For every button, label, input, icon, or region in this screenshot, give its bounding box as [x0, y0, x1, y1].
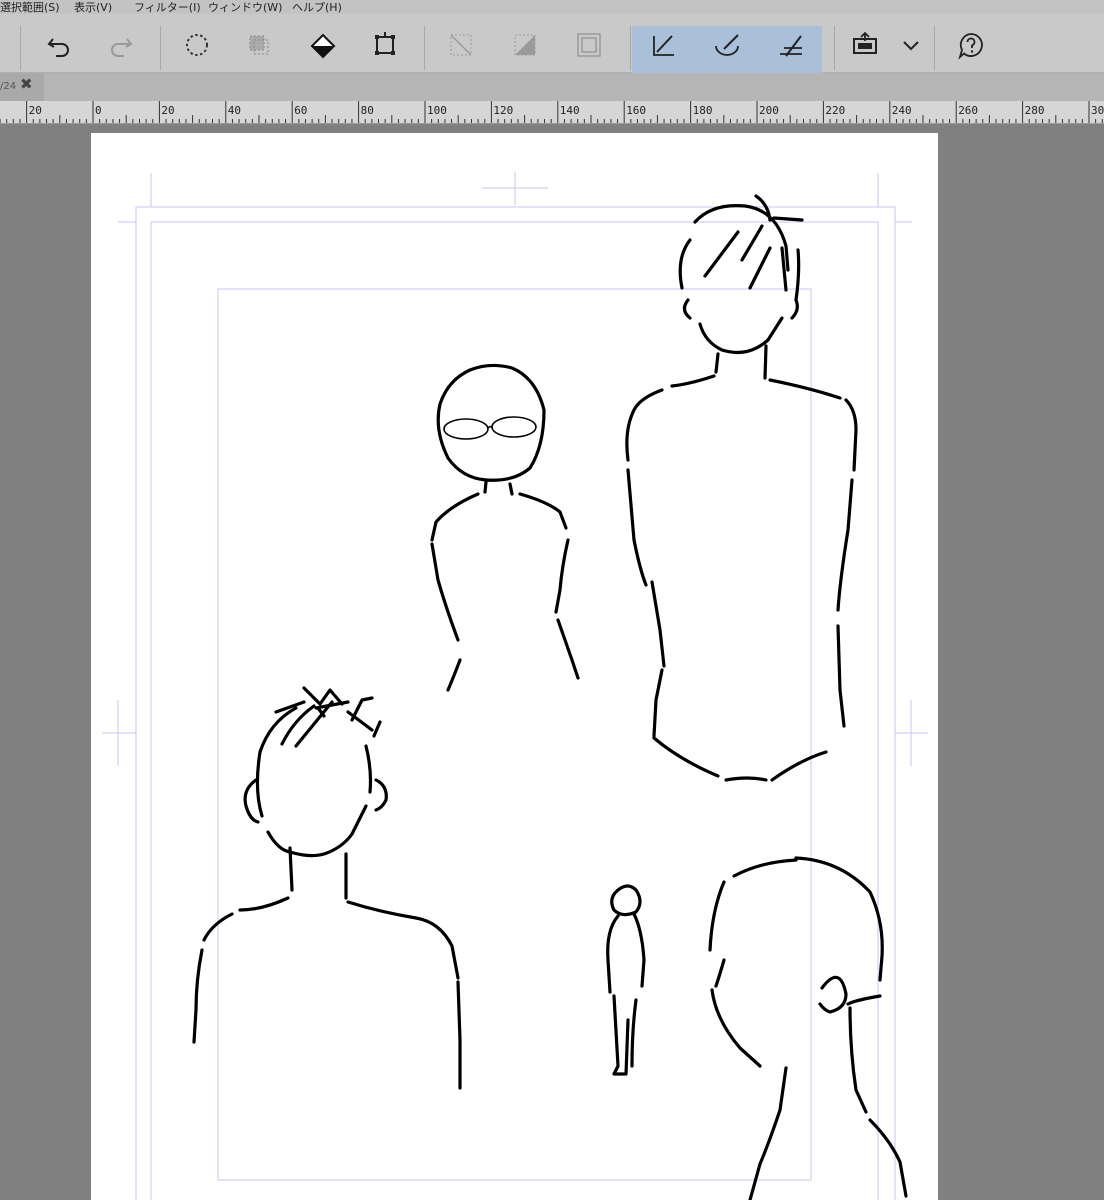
figure-large-head	[708, 856, 908, 1200]
sketch-layer	[102, 172, 928, 1200]
sketch-strokes	[192, 194, 908, 1200]
figure-small	[606, 884, 646, 1076]
page-guides	[102, 172, 928, 1200]
figure-spiky-hair	[192, 686, 462, 1090]
figure-with-glasses	[430, 363, 580, 692]
figure-tall-top-right	[625, 194, 858, 782]
